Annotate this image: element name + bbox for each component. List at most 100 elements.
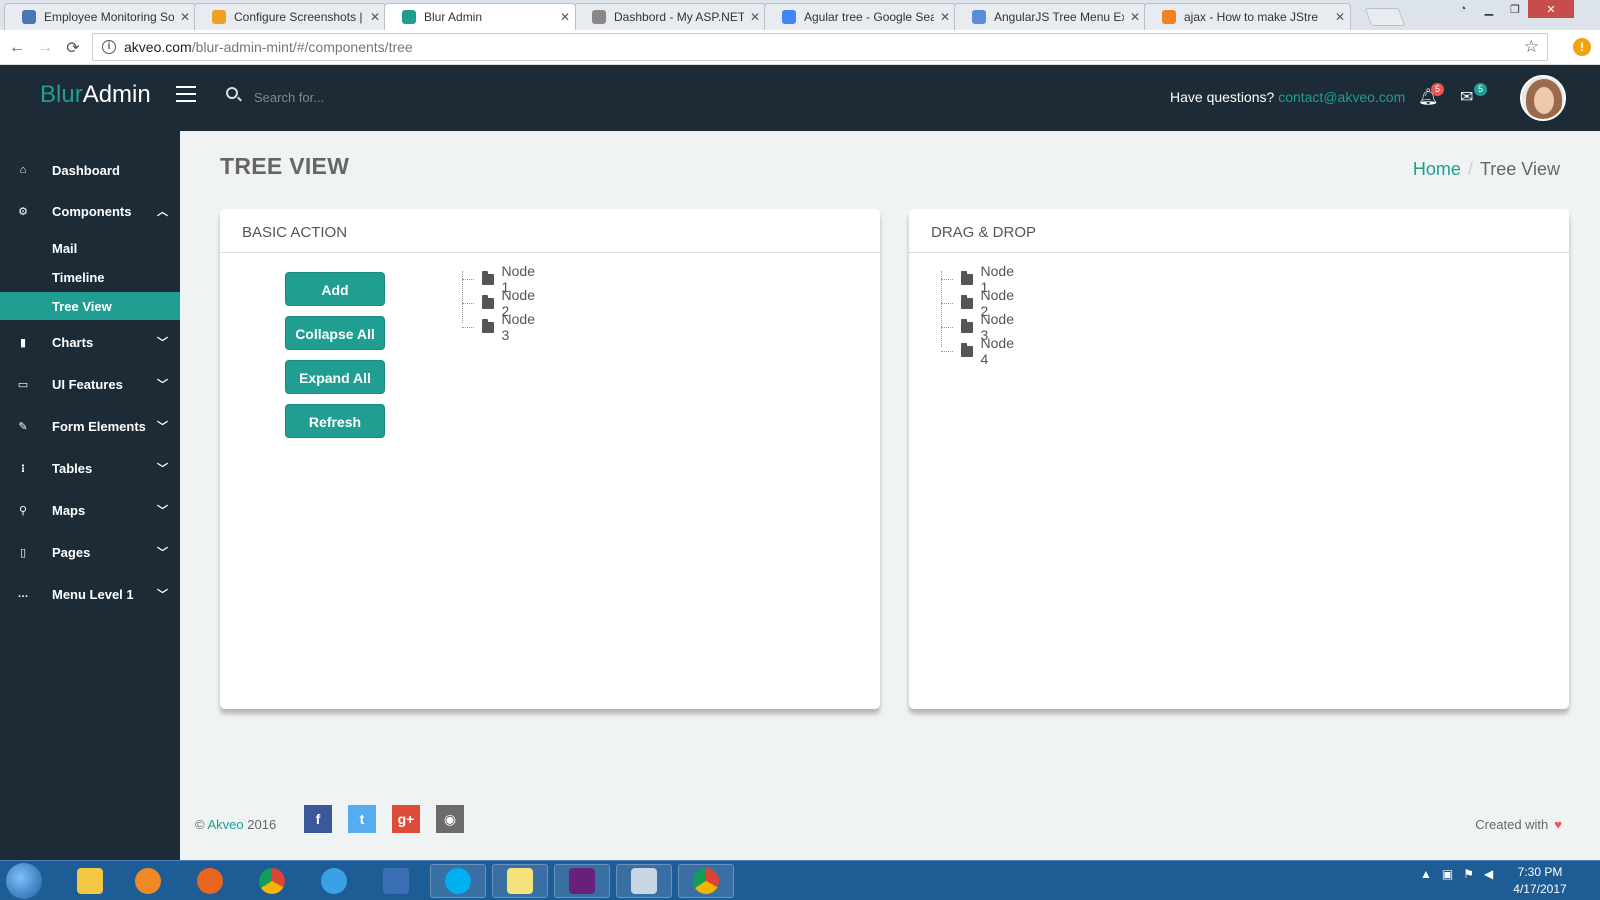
logo[interactable]: BlurAdmin [40, 81, 151, 109]
tab-close-icon[interactable]: ✕ [750, 10, 760, 24]
github-icon[interactable]: ◉ [436, 805, 464, 833]
grid-icon: ⁝ [20, 462, 26, 475]
browser-tab[interactable]: ajax - How to make JStre ✕ [1140, 3, 1355, 30]
snipping-tool-icon[interactable] [616, 864, 672, 898]
sidebar-item-label: Tables [52, 460, 93, 476]
minimize-icon[interactable]: ▁ [1476, 0, 1502, 18]
tab-close-icon[interactable]: ✕ [1130, 10, 1140, 24]
sticky-notes-icon[interactable] [492, 864, 548, 898]
add-button[interactable]: Add [285, 272, 385, 306]
sidebar-item-charts[interactable]: ▮ Charts ﹀ [0, 327, 180, 357]
tab-close-icon[interactable]: ✕ [370, 10, 380, 24]
tab-close-icon[interactable]: ✕ [180, 10, 190, 24]
network-icon[interactable]: ▣ [1442, 867, 1453, 881]
contact-email-link[interactable]: contact@akveo.com [1278, 89, 1405, 105]
chevron-down-icon: ﹀ [157, 547, 168, 559]
tree-node[interactable]: Node 2 [462, 287, 539, 319]
company-link[interactable]: Akveo [208, 817, 244, 832]
message-count-badge: 5 [1474, 83, 1487, 96]
google-plus-icon[interactable]: g+ [392, 805, 420, 833]
sidebar-item-pages[interactable]: ▯ Pages ﹀ [0, 537, 180, 567]
sidebar-item-menu-level-1[interactable]: … Menu Level 1 ﹀ [0, 579, 180, 609]
chrome-icon[interactable] [244, 864, 300, 898]
bookmark-star-icon[interactable]: ☆ [1524, 37, 1539, 57]
tree-node[interactable]: Node 1 [462, 263, 539, 295]
collapse-all-button[interactable]: Collapse All [285, 316, 385, 350]
browser-tab-bar: Employee Monitoring So ✕ Configure Scree… [0, 0, 1600, 30]
sidebar-item-form-elements[interactable]: ✎ Form Elements ﹀ [0, 411, 180, 441]
explorer-icon[interactable] [62, 864, 118, 898]
browser-tab-active[interactable]: Blur Admin ✕ [380, 3, 580, 30]
visual-studio-icon[interactable] [554, 864, 610, 898]
sidebar-item-label: Form Elements [52, 418, 146, 434]
browser-tab[interactable]: Dashbord - My ASP.NET ✕ [570, 3, 770, 30]
tab-label: ajax - How to make JStre [1184, 9, 1319, 24]
laptop-icon: ▭ [17, 378, 29, 391]
sidebar-item-label: Menu Level 1 [52, 586, 134, 602]
sidebar-item-label: UI Features [52, 376, 123, 392]
volume-icon[interactable]: ◀ [1484, 867, 1493, 881]
internet-explorer-icon[interactable] [306, 864, 362, 898]
clock[interactable]: 7:30 PM 4/17/2017 [1500, 864, 1580, 898]
media-player-icon[interactable] [120, 864, 176, 898]
browser-tab[interactable]: AngularJS Tree Menu Exa ✕ [950, 3, 1150, 30]
tree-node[interactable]: Node 4 [941, 335, 1018, 367]
chevron-down-icon: ﹀ [157, 337, 168, 349]
restore-icon[interactable]: ❐ [1502, 0, 1528, 18]
tab-close-icon[interactable]: ✕ [560, 10, 570, 24]
sidebar-subitem-tree-view[interactable]: Tree View [0, 292, 180, 320]
breadcrumb-home-link[interactable]: Home [1413, 159, 1461, 179]
skype-icon[interactable] [430, 864, 486, 898]
tree-node[interactable]: Node 2 [941, 287, 1018, 319]
tree-node[interactable]: Node 3 [462, 311, 539, 343]
url-field[interactable]: i akveo.com /blur-admin-mint/#/component… [92, 33, 1548, 61]
browser-tab[interactable]: Configure Screenshots | A ✕ [190, 3, 390, 30]
site-info-icon[interactable]: i [102, 40, 116, 54]
tab-close-icon[interactable]: ✕ [940, 10, 950, 24]
search-input[interactable] [254, 85, 554, 109]
folder-icon [960, 318, 973, 333]
sidebar-item-components[interactable]: ⚙ Components ︿ [0, 196, 180, 226]
tab-favicon-icon [22, 9, 36, 24]
refresh-button[interactable]: Refresh [285, 404, 385, 438]
clock-date: 4/17/2017 [1513, 882, 1567, 896]
action-center-icon[interactable]: ⚑ [1463, 867, 1474, 881]
back-icon[interactable]: ← [7, 38, 27, 58]
forward-icon[interactable]: → [35, 38, 55, 58]
tree-node[interactable]: Node 3 [941, 311, 1018, 343]
facebook-icon[interactable]: f [304, 805, 332, 833]
sidebar-subitem-timeline[interactable]: Timeline [0, 263, 180, 291]
folder-icon [960, 270, 973, 285]
firefox-icon[interactable] [182, 864, 238, 898]
twitter-icon[interactable]: t [348, 805, 376, 833]
remote-desktop-icon[interactable] [368, 864, 424, 898]
contact-info: Have questions? contact@akveo.com [1170, 89, 1405, 105]
browser-tab[interactable]: Agular tree - Google Sea ✕ [760, 3, 960, 30]
menu-toggle-icon[interactable] [176, 86, 196, 102]
sidebar-item-label: Dashboard [52, 162, 120, 178]
sidebar-item-maps[interactable]: ⚲ Maps ﹀ [0, 495, 180, 525]
mail-icon[interactable]: ✉ [1460, 87, 1473, 107]
tab-close-icon[interactable]: ✕ [1335, 10, 1345, 24]
sidebar-subitem-mail[interactable]: Mail [0, 234, 180, 262]
chevron-down-icon: ﹀ [157, 589, 168, 601]
bar-chart-icon: ▮ [19, 336, 27, 349]
sidebar-item-dashboard[interactable]: ⌂ Dashboard [0, 155, 180, 185]
tab-label: Agular tree - Google Sea [804, 9, 934, 24]
home-icon: ⌂ [19, 164, 27, 176]
avatar[interactable] [1520, 75, 1566, 121]
show-hidden-icons-icon[interactable]: ▲ [1420, 867, 1432, 881]
user-profile-icon[interactable]: ◔ [1450, 0, 1476, 18]
expand-all-button[interactable]: Expand All [285, 360, 385, 394]
reload-icon[interactable]: ⟳ [63, 38, 83, 58]
alert-icon[interactable]: ! [1573, 38, 1591, 56]
chrome-active-icon[interactable] [678, 864, 734, 898]
close-window-icon[interactable]: ✕ [1528, 0, 1574, 18]
page-title: TREE VIEW [220, 153, 350, 179]
tree-node[interactable]: Node 1 [941, 263, 1018, 295]
start-button[interactable] [6, 863, 42, 899]
browser-tab[interactable]: Employee Monitoring So ✕ [0, 3, 200, 30]
sidebar-item-ui-features[interactable]: ▭ UI Features ﹀ [0, 369, 180, 399]
new-tab-button[interactable] [1364, 8, 1406, 26]
sidebar-item-tables[interactable]: ⁝ Tables ﹀ [0, 453, 180, 483]
